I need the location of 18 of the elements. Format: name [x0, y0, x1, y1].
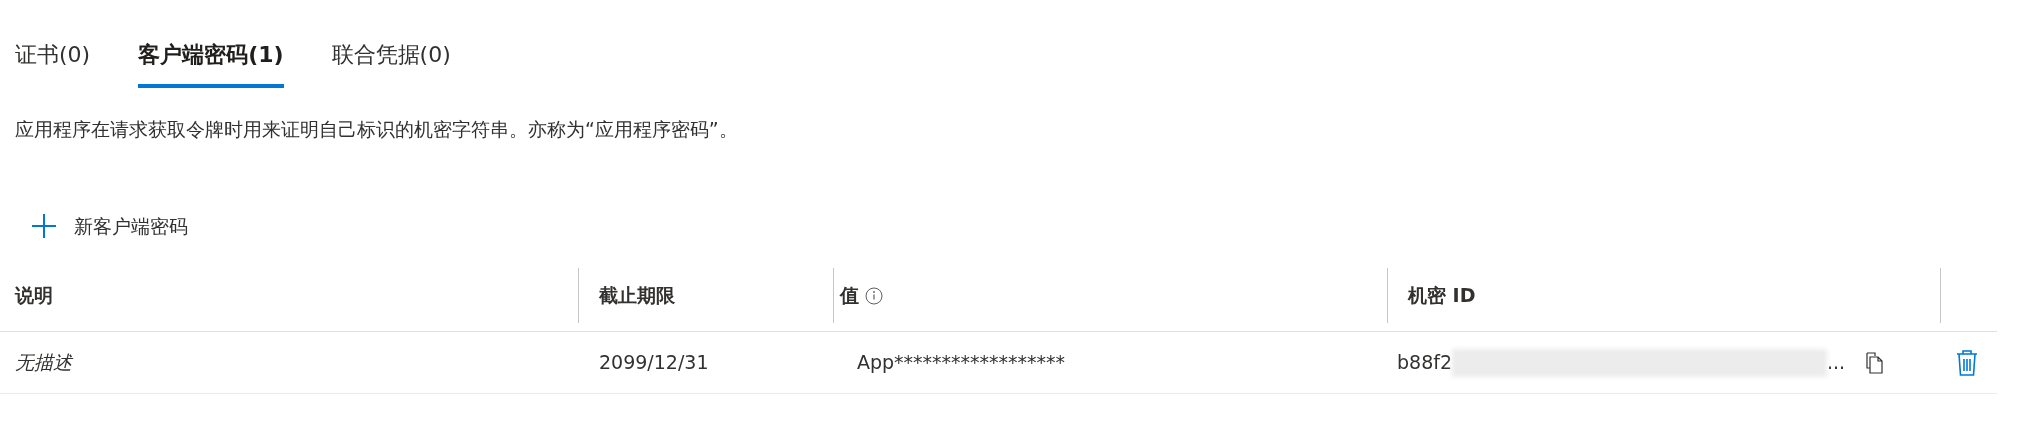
- column-header: 说明: [13, 283, 53, 309]
- tab[interactable]: 客户端密码(1): [138, 40, 284, 88]
- ellipsis-text: ...: [1827, 350, 1846, 376]
- column-header: 截止期限: [598, 283, 675, 309]
- plus-icon: [30, 212, 58, 240]
- tab[interactable]: 联合凭据(0): [331, 40, 451, 88]
- delete-icon[interactable]: [1956, 348, 1978, 377]
- table-cell: 无描述: [15, 351, 72, 374]
- tab[interactable]: 证书(0): [15, 40, 91, 88]
- table-cell: App******************: [857, 351, 1066, 374]
- copy-icon[interactable]: [1865, 350, 1886, 375]
- description-text: 应用程序在请求获取令牌时用来证明自己标识的机密字符串。亦称为“应用程序密码”。: [14, 117, 739, 142]
- table-cell: 2099/12/31: [599, 351, 709, 374]
- new-client-secret-button[interactable]: 新客户端密码: [30, 212, 188, 240]
- info-icon: [865, 286, 883, 305]
- column-header: 机密 ID: [1406, 283, 1476, 309]
- column-header: 值: [838, 283, 859, 309]
- table-cell-text: b88f2: [1397, 350, 1452, 376]
